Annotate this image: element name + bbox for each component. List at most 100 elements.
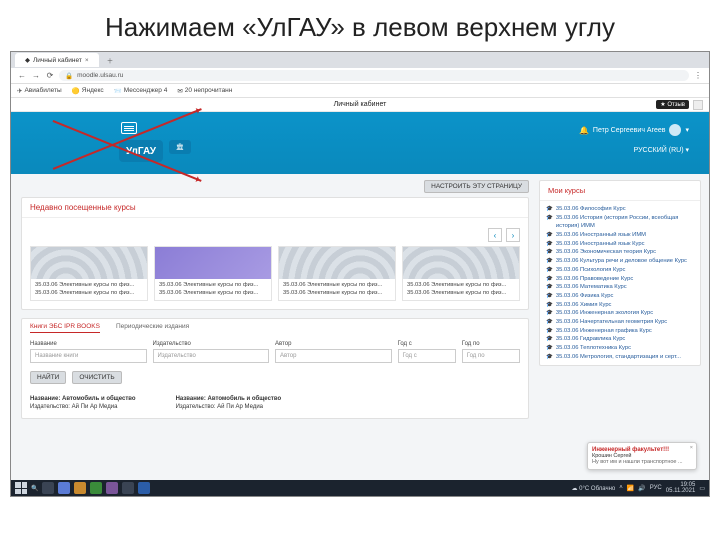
clock[interactable]: 19:05 05.11.2021 [666,482,696,494]
field-label: Год по [462,341,520,347]
clear-button[interactable]: ОЧИСТИТЬ [72,371,121,384]
taskbar-app-icon[interactable] [122,482,134,494]
course-link[interactable]: 35.03.06 Психология Курс [546,266,694,275]
bookmark-item[interactable]: 📨Мессенджер 4 [114,87,168,95]
extensions-icon[interactable]: ⋮ [693,71,703,81]
search-icon[interactable]: 🔍 [31,485,38,492]
course-link[interactable]: 35.03.06 Философия Курс [546,205,694,214]
address-bar: ← → ⟳ 🔒 moodle.ulsau.ru ⋮ [11,68,709,84]
course-link[interactable]: 35.03.06 Культура речи и деловое общение… [546,257,694,266]
course-link[interactable]: 35.03.06 Экономическая теория Курс [546,248,694,257]
taskbar-app-icon[interactable] [42,482,54,494]
language-selector[interactable]: РУССКИЙ (RU) ▾ [634,146,689,154]
course-link[interactable]: 35.03.06 Физика Курс [546,292,694,301]
course-link[interactable]: 35.03.06 Инженерная экология Курс [546,309,694,318]
bookmark-item[interactable]: 🟡Яндекс [72,87,104,95]
browser-tab[interactable]: ◆ Личный кабинет × [15,53,99,67]
course-link[interactable]: 35.03.06 Химия Курс [546,301,694,310]
course-tile[interactable]: 35.03.06 Элективные курсы по физ...35.03… [154,246,272,301]
course-link[interactable]: 35.03.06 Математика Курс [546,283,694,292]
course-tile[interactable]: 35.03.06 Элективные курсы по физ...35.03… [402,246,520,301]
recent-courses-title: Недавно посещенные курсы [22,198,528,218]
author-input[interactable]: Автор [275,349,392,363]
recent-courses-card: Недавно посещенные курсы ‹ › 35.03.06 Эл… [21,197,529,310]
course-tile[interactable]: 35.03.06 Элективные курсы по физ...35.03… [278,246,396,301]
field-label: Год с [398,341,456,347]
bookmark-icon: ✈ [17,87,22,95]
volume-icon[interactable]: 🔊 [638,485,645,492]
course-tile[interactable]: 35.03.06 Элективные курсы по физ...35.03… [30,246,148,301]
feedback-button[interactable]: ★ Отзыв [656,100,689,109]
reload-icon[interactable]: ⟳ [45,71,55,81]
my-courses-title: Мои курсы [540,181,700,201]
course-link[interactable]: 35.03.06 Правоведение Курс [546,275,694,284]
theme-icon[interactable] [693,100,703,110]
course-link[interactable]: 35.03.06 Начертательная геометрия Курс [546,318,694,327]
recent-next-button[interactable]: › [506,228,520,242]
bookmark-item[interactable]: ✉20 непрочитанн [177,87,232,95]
book-search-tabs: Книги ЭБС IPR BOOKS Периодические издани… [22,319,528,333]
chat-popup[interactable]: × Инженерный факультет!!! Крошин Сергей … [587,442,697,470]
url-text: moodle.ulsau.ru [77,72,123,79]
site-header: УлГАУ 🏛 🔔 Петр Сергеевич Агеев ▾ РУССКИЙ… [11,112,709,174]
taskbar-app-icon[interactable] [138,482,150,494]
content-area: НАСТРОИТЬ ЭТУ СТРАНИЦУ Недавно посещенны… [11,174,709,480]
publisher-input[interactable]: Издательство [153,349,270,363]
popup-message: Ну вот им и нашли транспортное ... [592,459,692,465]
course-list: 35.03.06 Философия Курс35.03.06 История … [540,201,700,365]
bookmark-item[interactable]: ✈Авиабилеты [17,87,62,95]
result-item[interactable]: Название: Автомобиль и общество Издатель… [176,396,282,410]
user-name: Петр Сергеевич Агеев [593,127,666,134]
configure-page-button[interactable]: НАСТРОИТЬ ЭТУ СТРАНИЦУ [424,180,529,193]
course-link[interactable]: 35.03.06 Иностранный язык Курс [546,240,694,249]
course-link[interactable]: 35.03.06 История (история России, всеобщ… [546,214,694,231]
book-search-card: Книги ЭБС IPR BOOKS Периодические издани… [21,318,529,419]
taskbar: 🔍 ☁ 0°C Облачно ˄ 📶 🔊 РУС 19:05 05.11.20… [11,480,709,496]
tray-chevron-icon[interactable]: ˄ [619,485,623,491]
search-results: Название: Автомобиль и общество Издатель… [22,392,528,418]
page-title-bar: Личный кабинет ★ Отзыв [11,98,709,112]
close-tab-icon[interactable]: × [85,57,89,64]
course-link[interactable]: 35.03.06 Иностранный язык ИММ [546,231,694,240]
tab-books[interactable]: Книги ЭБС IPR BOOKS [30,323,100,333]
back-icon[interactable]: ← [17,71,27,81]
taskbar-app-icon[interactable] [74,482,86,494]
notifications-icon[interactable]: 🔔 [579,126,589,135]
year-to-input[interactable]: Год по [462,349,520,363]
wifi-icon[interactable]: 📶 [627,485,634,492]
new-tab-button[interactable]: ＋ [101,55,114,65]
close-icon[interactable]: × [690,445,693,451]
start-button[interactable] [15,482,27,494]
tab-periodicals[interactable]: Периодические издания [116,323,189,333]
avatar[interactable] [669,124,681,136]
find-button[interactable]: НАЙТИ [30,371,66,384]
input-language[interactable]: РУС [650,485,662,491]
course-link[interactable]: 35.03.06 Метрология, стандартизация и се… [546,353,694,362]
weather-widget[interactable]: ☁ 0°C Облачно [572,485,616,492]
course-link[interactable]: 35.03.06 Теплотехника Курс [546,344,694,353]
course-link[interactable]: 35.03.06 Инженерная графика Курс [546,327,694,336]
url-field[interactable]: 🔒 moodle.ulsau.ru [59,70,689,81]
institution-badge[interactable]: 🏛 [169,140,191,154]
forward-icon[interactable]: → [31,71,41,81]
notifications-tray-icon[interactable]: ▭ [699,485,705,492]
recent-tiles: 35.03.06 Элективные курсы по физ...35.03… [30,246,520,301]
taskbar-app-icon[interactable] [58,482,70,494]
book-name-input[interactable]: Название книги [30,349,147,363]
user-menu[interactable]: 🔔 Петр Сергеевич Агеев ▾ [579,124,689,136]
field-label: Автор [275,341,392,347]
field-label: Издательство [153,341,270,347]
chevron-down-icon[interactable]: ▾ [685,126,689,134]
system-tray[interactable]: ☁ 0°C Облачно ˄ 📶 🔊 РУС 19:05 05.11.2021… [572,482,706,494]
hamburger-menu-icon[interactable] [121,122,137,134]
taskbar-app-icon[interactable] [90,482,102,494]
course-link[interactable]: 35.03.06 Гидравлика Курс [546,335,694,344]
my-courses-card: Мои курсы 35.03.06 Философия Курс35.03.0… [539,180,701,366]
recent-prev-button[interactable]: ‹ [488,228,502,242]
result-item[interactable]: Название: Автомобиль и общество Издатель… [30,396,136,410]
bookmark-icon: ✉ [177,87,182,95]
course-thumbnail [31,247,147,279]
screenshot-region: ◆ Личный кабинет × ＋ ← → ⟳ 🔒 moodle.ulsa… [10,51,710,497]
taskbar-app-icon[interactable] [106,482,118,494]
year-from-input[interactable]: Год с [398,349,456,363]
